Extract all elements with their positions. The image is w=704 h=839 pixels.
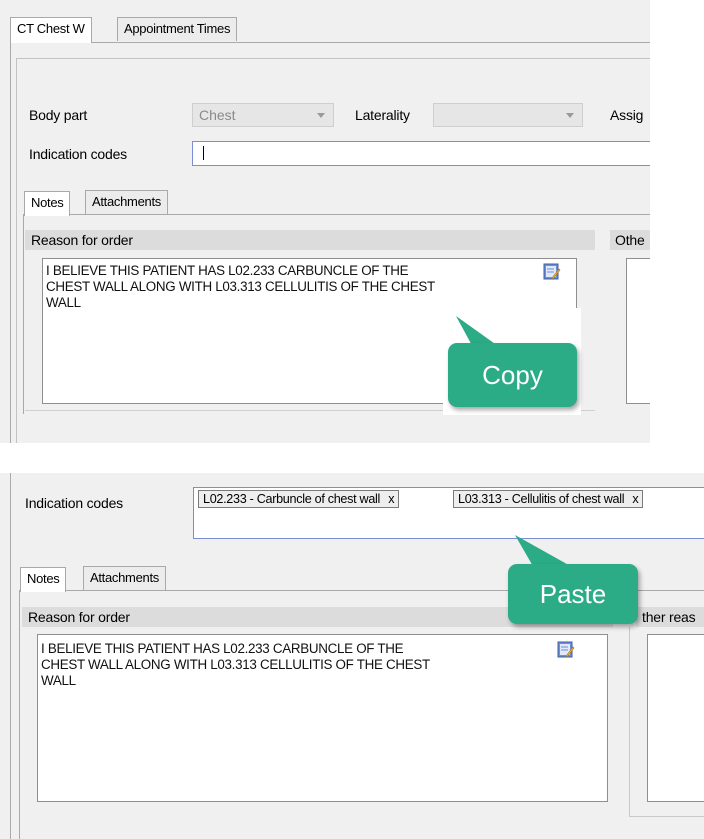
indication-codes-label: Indication codes: [29, 146, 127, 162]
other-textarea[interactable]: [647, 634, 704, 802]
indication-codes-input[interactable]: L02.233 - Carbuncle of chest wall x L03.…: [193, 487, 704, 539]
top-tab-strip: [0, 0, 650, 42]
tab-ct-chest-w[interactable]: CT Chest W: [10, 17, 92, 43]
reason-text-line-3: WALL: [41, 673, 76, 688]
reason-for-order-textarea[interactable]: I BELIEVE THIS PATIENT HAS L02.233 CARBU…: [37, 634, 608, 802]
tab-appointment-times[interactable]: Appointment Times: [117, 17, 238, 41]
copy-callout: Copy: [448, 343, 577, 407]
other-textarea[interactable]: [626, 258, 650, 404]
top-screenshot: CT Chest W Appointment Times Body part C…: [0, 0, 650, 443]
tab-notes[interactable]: Notes: [24, 191, 71, 216]
edit-note-icon[interactable]: [557, 641, 575, 659]
text-cursor: [203, 146, 204, 160]
indication-codes-label: Indication codes: [25, 495, 123, 511]
tab-notes[interactable]: Notes: [20, 567, 67, 592]
indication-codes-input[interactable]: [192, 141, 650, 166]
edit-note-icon[interactable]: [543, 263, 561, 281]
reason-text-line-2: CHEST WALL ALONG WITH L03.313 CELLULITIS…: [41, 657, 430, 672]
tab-attachments[interactable]: Attachments: [85, 190, 168, 214]
body-part-value: Chest: [199, 107, 236, 123]
reason-text-line-3: WALL: [46, 295, 81, 310]
tab-attachments[interactable]: Attachments: [83, 566, 166, 590]
body-part-select[interactable]: Chest: [192, 103, 334, 127]
assign-label: Assig: [610, 107, 644, 123]
bottom-screenshot: Indication codes L02.233 - Carbuncle of …: [0, 473, 704, 839]
indication-code-chip[interactable]: L02.233 - Carbuncle of chest wall x: [198, 490, 400, 508]
copy-callout-text: Copy: [482, 360, 543, 390]
reason-for-order-header: Reason for order: [25, 230, 595, 250]
reason-text-line-1: I BELIEVE THIS PATIENT HAS L02.233 CARBU…: [46, 263, 409, 278]
paste-callout-text: Paste: [539, 579, 607, 609]
laterality-label: Laterality: [355, 107, 410, 123]
dropdown-arrow-icon: [566, 113, 574, 118]
other-header: Othe: [610, 230, 650, 250]
chip-label: L03.313 - Cellulitis of chest wall: [458, 492, 625, 506]
bottom-left-frame-line: [10, 473, 11, 839]
reason-text-line-1: I BELIEVE THIS PATIENT HAS L02.233 CARBU…: [41, 641, 404, 656]
indication-code-chip[interactable]: L03.313 - Cellulitis of chest wall x: [453, 490, 644, 508]
reason-text-line-2: CHEST WALL ALONG WITH L03.313 CELLULITIS…: [46, 279, 435, 294]
paste-callout: Paste: [508, 564, 638, 624]
chip-label: L02.233 - Carbuncle of chest wall: [203, 492, 381, 506]
chip-remove-icon[interactable]: x: [388, 492, 394, 506]
chip-remove-icon[interactable]: x: [632, 492, 638, 506]
other-header: ther reas: [636, 607, 704, 627]
body-part-label: Body part: [29, 107, 88, 123]
dropdown-arrow-icon: [317, 113, 325, 118]
laterality-select[interactable]: [433, 103, 583, 127]
